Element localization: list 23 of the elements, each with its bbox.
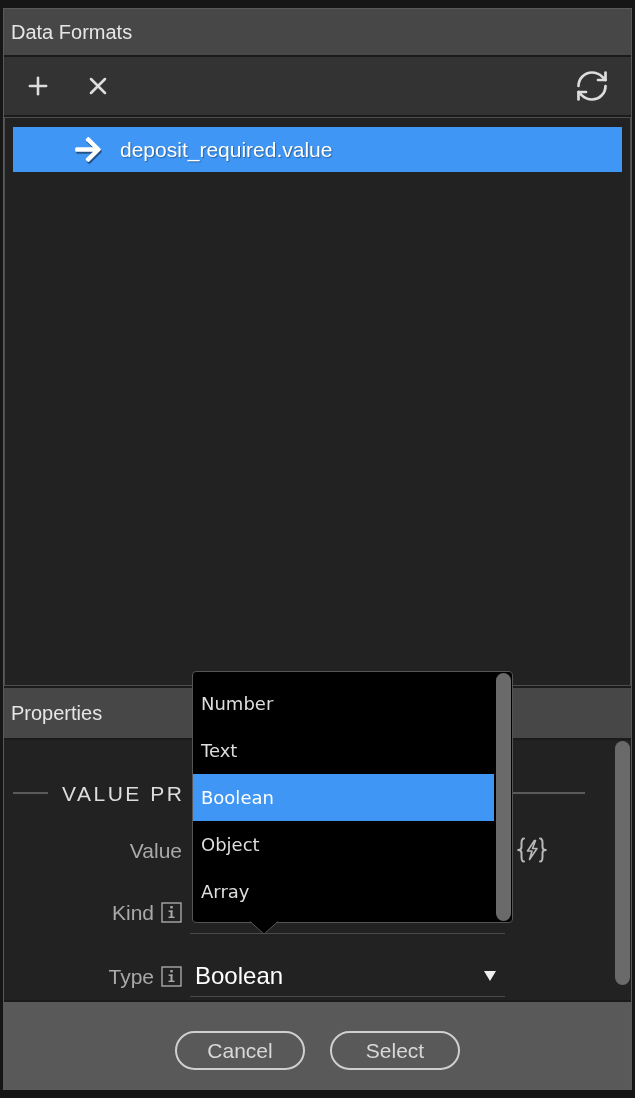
footer-button[interactable]: Select [330,1031,460,1070]
window-title: Data Formats [11,20,133,45]
caret-down-icon [484,971,496,981]
info-icon[interactable] [161,966,182,987]
type-select[interactable]: Boolean [190,956,505,997]
dropdown-option[interactable]: Number [193,680,494,727]
panel-title: Properties [11,701,103,726]
arrow-right-icon [75,137,101,162]
scrollbar-thumb[interactable] [614,741,630,985]
field-label: Value [129,839,182,861]
item-label: deposit_required.value [120,136,333,164]
dynamic-data-icon[interactable] [517,837,547,863]
refresh-button[interactable] [574,68,610,104]
section-title: VALUE PR [62,782,185,804]
scrollbar-thumb[interactable] [495,673,511,921]
dropdown-option[interactable]: Array [193,868,494,915]
footer-button[interactable]: Cancel [175,1031,305,1070]
field-label: Type [108,966,154,987]
dropdown-option[interactable]: Object [193,821,494,868]
info-icon[interactable] [161,901,182,923]
field-label: Kind [111,901,154,923]
dropdown-option[interactable]: Text [193,727,494,774]
refresh-icon [574,68,610,104]
